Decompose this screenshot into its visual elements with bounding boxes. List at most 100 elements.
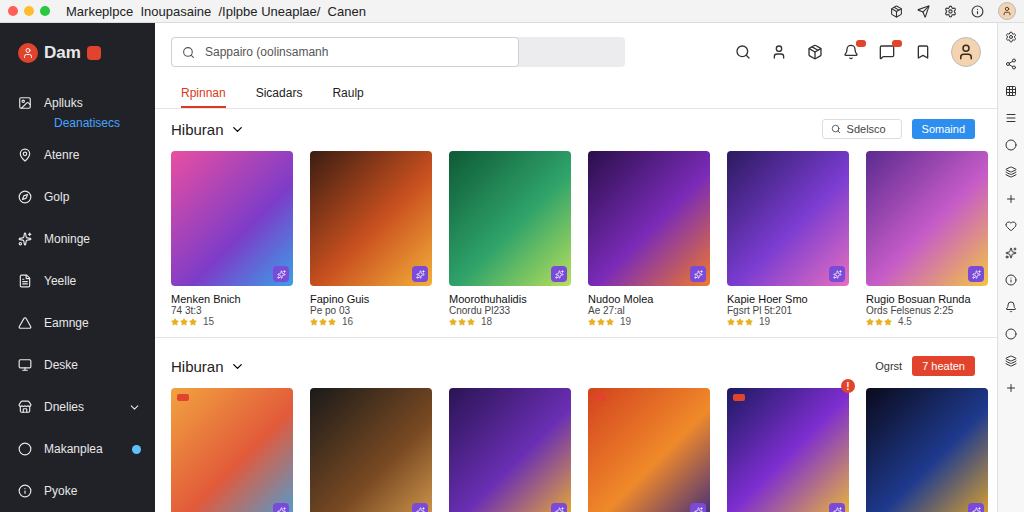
person-icon bbox=[957, 43, 975, 61]
search-field[interactable]: Sappairo (oolinsamanh bbox=[171, 37, 519, 67]
chevron-icon[interactable] bbox=[230, 359, 245, 374]
app-body: DamAplluksDeanatisecsAtenreGolpMoningeYe… bbox=[0, 23, 1024, 512]
status-dot bbox=[132, 445, 141, 454]
game-card[interactable] bbox=[866, 388, 988, 512]
info-icon[interactable] bbox=[971, 5, 984, 18]
tab[interactable]: Sicadars bbox=[256, 81, 303, 108]
game-card[interactable]: Nudoo MoleaAe 27:al19 bbox=[588, 151, 710, 327]
card-cover bbox=[727, 151, 849, 286]
star-icon bbox=[884, 318, 892, 326]
rail-icon[interactable] bbox=[1005, 382, 1017, 394]
sidebar-item[interactable]: Eamnge bbox=[18, 302, 155, 344]
star-icon bbox=[171, 318, 179, 326]
rail-icon[interactable] bbox=[1005, 85, 1017, 97]
game-card[interactable] bbox=[310, 388, 432, 512]
game-card[interactable]: Fapino GuisPe po 0316 bbox=[310, 151, 432, 327]
game-card[interactable]: Menken Bnich74 3t:315 bbox=[171, 151, 293, 327]
game-card[interactable]: MoorothuhalidisCnordu Pl23318 bbox=[449, 151, 571, 327]
profile-avatar[interactable] bbox=[998, 2, 1016, 20]
sidebar-item[interactable]: Golp bbox=[18, 176, 155, 218]
sidebar-item-icon bbox=[18, 484, 32, 498]
rail-icon[interactable] bbox=[1005, 220, 1017, 232]
rail-icon[interactable] bbox=[1005, 31, 1017, 43]
notification-button[interactable] bbox=[843, 44, 859, 60]
user-avatar[interactable] bbox=[951, 37, 981, 67]
rail-icon[interactable] bbox=[1005, 193, 1017, 205]
alert-badge: ! bbox=[841, 379, 855, 393]
tab-bar: Rpinnan Sicadars Raulp bbox=[155, 81, 997, 109]
rail-icon[interactable] bbox=[1005, 274, 1017, 286]
sort-label[interactable]: Ogrst bbox=[875, 360, 902, 372]
user-icon[interactable] bbox=[771, 44, 787, 60]
gear-icon[interactable] bbox=[944, 5, 957, 18]
send-icon[interactable] bbox=[917, 5, 930, 18]
sidebar-item[interactable]: Makanplea bbox=[18, 428, 155, 470]
tab[interactable]: Raulp bbox=[332, 81, 363, 108]
sidebar-item[interactable]: Pyoke bbox=[18, 470, 155, 512]
rail-icon[interactable] bbox=[1005, 355, 1017, 367]
star-icon bbox=[449, 318, 457, 326]
sidebar-item[interactable]: Deske bbox=[18, 344, 155, 386]
star-icon bbox=[588, 318, 596, 326]
section-button[interactable]: Somaind bbox=[912, 119, 975, 139]
rail-icon[interactable] bbox=[1005, 139, 1017, 151]
close-button[interactable] bbox=[8, 6, 18, 16]
filter-field[interactable]: Sdelsco bbox=[822, 119, 902, 139]
message-button[interactable] bbox=[879, 44, 895, 60]
section-header: Hiburan Sdelsco Somaind bbox=[171, 115, 975, 143]
section-title: Hiburan bbox=[171, 121, 224, 138]
rail-icon[interactable] bbox=[1005, 247, 1017, 259]
box-icon[interactable] bbox=[807, 44, 823, 60]
star-icon bbox=[467, 318, 475, 326]
rail-icon[interactable] bbox=[1005, 58, 1017, 70]
card-rating: 15 bbox=[171, 316, 293, 327]
maximize-button[interactable] bbox=[40, 6, 50, 16]
sidebar-item[interactable]: Moninge bbox=[18, 218, 155, 260]
star-icon bbox=[745, 318, 753, 326]
section-button[interactable]: 7 heaten bbox=[912, 356, 975, 376]
sparkle-icon bbox=[416, 270, 425, 279]
bookmark-icon[interactable] bbox=[915, 44, 931, 60]
star-icon bbox=[727, 318, 735, 326]
card-rating: 18 bbox=[449, 316, 571, 327]
card-title: Rugio Bosuan Runda bbox=[866, 293, 988, 305]
filter-text: Sdelsco bbox=[847, 123, 886, 135]
search-placeholder: Sappairo (oolinsamanh bbox=[205, 45, 328, 59]
game-card[interactable] bbox=[171, 388, 293, 512]
card-cover bbox=[588, 151, 710, 286]
card-cover bbox=[310, 151, 432, 286]
logo[interactable]: Dam bbox=[18, 23, 155, 82]
card-cover bbox=[588, 388, 710, 512]
rail-icon[interactable] bbox=[1005, 301, 1017, 313]
tag-badge bbox=[733, 394, 745, 401]
card-title: Menken Bnich bbox=[171, 293, 293, 305]
search-icon[interactable] bbox=[735, 44, 751, 60]
game-card[interactable]: ! bbox=[727, 388, 849, 512]
rail-icon[interactable] bbox=[1005, 328, 1017, 340]
sidebar-item-icon bbox=[18, 442, 32, 456]
game-card[interactable] bbox=[449, 388, 571, 512]
message-badge bbox=[892, 40, 902, 47]
sidebar-item[interactable]: Dnelies bbox=[18, 386, 155, 428]
rating-value: 19 bbox=[620, 316, 631, 327]
sidebar-item[interactable]: Atenre bbox=[18, 134, 155, 176]
card-cover bbox=[449, 151, 571, 286]
game-card[interactable] bbox=[588, 388, 710, 512]
chevron-icon[interactable] bbox=[230, 122, 245, 137]
rail-icon[interactable] bbox=[1005, 166, 1017, 178]
cover-badge bbox=[273, 266, 289, 282]
minimize-button[interactable] bbox=[24, 6, 34, 16]
sidebar-label: Yeelle bbox=[44, 274, 141, 288]
sidebar-item[interactable]: Yeelle bbox=[18, 260, 155, 302]
box-icon[interactable] bbox=[890, 5, 903, 18]
game-card[interactable]: Kapie Hoer SmoFgsrt Pl 5t:20119 bbox=[727, 151, 849, 327]
right-rail bbox=[997, 23, 1024, 512]
tab[interactable]: Rpinnan bbox=[181, 81, 226, 108]
game-card[interactable]: Rugio Bosuan RundaOrds Felsenus 2:254.5 bbox=[866, 151, 988, 327]
sidebar-item[interactable]: Deanatisecs bbox=[18, 112, 155, 134]
rail-icon[interactable] bbox=[1005, 112, 1017, 124]
card-subtitle: 74 3t:3 bbox=[171, 305, 293, 316]
card-grid: Menken Bnich74 3t:315Fapino GuisPe po 03… bbox=[171, 151, 975, 327]
sidebar-label: Pyoke bbox=[44, 484, 141, 498]
logo-text: Dam bbox=[44, 43, 81, 63]
